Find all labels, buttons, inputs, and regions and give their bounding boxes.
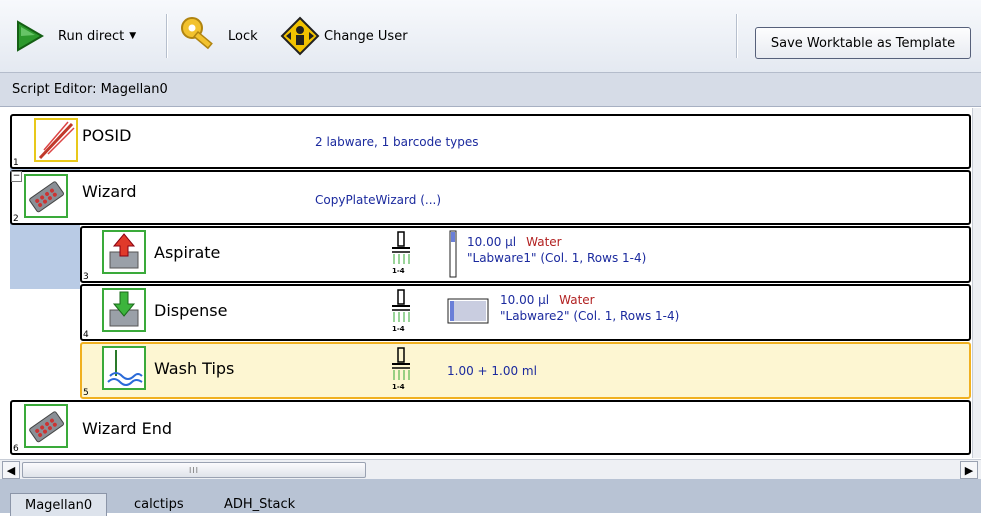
command-info: 1.00 + 1.00 ml	[447, 364, 537, 378]
command-info: 2 labware, 1 barcode types	[315, 135, 479, 149]
key-icon	[181, 17, 213, 50]
scroll-right-icon[interactable]: ▶	[960, 461, 978, 479]
run-direct-button[interactable]: Run direct ▼	[8, 0, 136, 72]
chevron-down-icon[interactable]: ▼	[129, 31, 136, 41]
wizard-plate-icon	[24, 174, 68, 218]
scroll-thumb[interactable]: III	[22, 462, 366, 478]
line-number: 5	[83, 388, 89, 398]
toolbar-separator	[736, 14, 737, 58]
collapse-icon[interactable]: −	[11, 171, 22, 182]
tips-label: 1-4	[392, 325, 405, 333]
labware-position: "Labware2" (Col. 1, Rows 1-4)	[500, 309, 680, 323]
line-number: 4	[83, 330, 89, 340]
volume-value: 10.00 µl	[500, 293, 550, 307]
command-name: Wizard End	[82, 419, 173, 438]
lock-label: Lock	[228, 28, 258, 44]
command-info: 10.00 µl Water "Labware1" (Col. 1, Rows 1…	[467, 234, 646, 266]
script-row-wizard-end[interactable]: Wizard End 6	[10, 400, 971, 455]
scroll-left-icon[interactable]: ◀	[2, 461, 20, 479]
command-name: POSID	[82, 126, 132, 145]
posid-barcode-icon	[34, 118, 78, 162]
change-user-button[interactable]: Change User	[280, 0, 408, 72]
script-row-aspirate[interactable]: Aspirate 1-4 10.00 µl Water "Labware1" (C…	[80, 226, 971, 283]
liquid-class: Water	[526, 235, 562, 249]
labware-plate-icon	[447, 298, 489, 324]
script-row-wizard[interactable]: − Wizard CopyPlateWizard (...) 2	[10, 170, 971, 225]
command-info: CopyPlateWizard (...)	[315, 193, 441, 207]
tab-adh-stack[interactable]: ADH_Stack	[210, 493, 309, 515]
script-row-dispense[interactable]: Dispense 1-4 10.00 µl Water "Labware2" (C…	[80, 284, 971, 341]
change-user-label: Change User	[324, 28, 408, 44]
tips-label: 1-4	[392, 383, 405, 391]
command-name: Wash Tips	[154, 359, 235, 378]
line-number: 1	[13, 158, 19, 168]
line-number: 2	[13, 214, 19, 224]
labware-position: "Labware1" (Col. 1, Rows 1-4)	[467, 251, 647, 265]
play-icon	[17, 20, 44, 52]
command-info: 10.00 µl Water "Labware2" (Col. 1, Rows 1…	[500, 292, 679, 324]
save-worktable-template-button[interactable]: Save Worktable as Template	[755, 27, 971, 59]
aspirate-icon	[102, 230, 146, 274]
change-user-icon	[280, 16, 320, 56]
labware-column-icon	[449, 230, 457, 278]
script-row-wash-tips[interactable]: Wash Tips 1-4 1.00 + 1.00 ml 5	[80, 342, 971, 399]
command-name: Dispense	[154, 301, 228, 320]
line-number: 6	[13, 444, 19, 454]
horizontal-scrollbar[interactable]: ◀ III ▶	[0, 459, 981, 479]
run-direct-label: Run direct	[58, 28, 125, 44]
tab-calctips[interactable]: calctips	[120, 493, 198, 515]
liquid-class: Water	[559, 293, 595, 307]
toolbar-separator	[166, 14, 167, 58]
script-editor-title: Script Editor: Magellan0	[0, 73, 981, 107]
lock-button[interactable]: Lock	[178, 0, 258, 72]
script-row-posid[interactable]: POSID 2 labware, 1 barcode types 1	[10, 114, 971, 169]
dispense-icon	[102, 288, 146, 332]
volume-value: 10.00 µl	[467, 235, 517, 249]
wizard-plate-icon	[24, 404, 68, 448]
vertical-scrollbar[interactable]	[972, 108, 981, 458]
command-name: Aspirate	[154, 243, 221, 262]
command-name: Wizard	[82, 182, 137, 201]
line-number: 3	[83, 272, 89, 282]
toolbar: Run direct ▼ Lock Change User Save Workt…	[0, 0, 981, 73]
script-tabs: Magellan0 calctips ADH_Stack	[0, 479, 981, 516]
tips-label: 1-4	[392, 267, 405, 275]
wash-tips-icon	[102, 346, 146, 390]
